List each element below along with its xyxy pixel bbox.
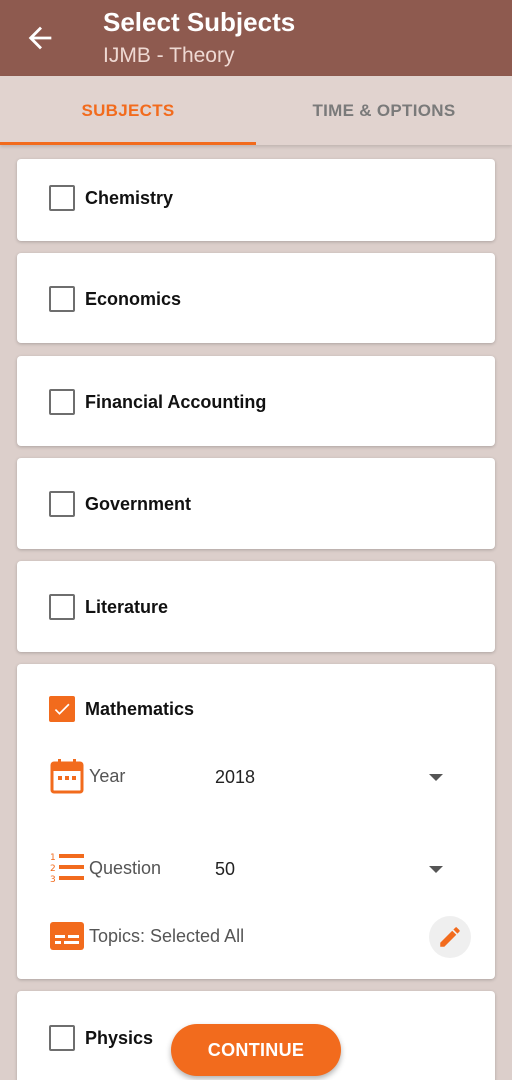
- topics-row: Topics: Selected All: [49, 918, 244, 954]
- subject-label: Chemistry: [85, 187, 174, 208]
- checkbox[interactable]: [49, 185, 75, 211]
- tab-time-options[interactable]: TIME & OPTIONS: [256, 76, 512, 145]
- page-subtitle: IJMB - Theory: [103, 44, 235, 67]
- subject-card-mathematics: Mathematics Year 2018 1 2 3 Question 50 …: [17, 664, 495, 979]
- subject-label: Government: [85, 493, 192, 514]
- checkbox[interactable]: [49, 1025, 75, 1051]
- edit-topics-button[interactable]: [429, 916, 471, 958]
- subject-row-mathematics[interactable]: Mathematics: [49, 696, 194, 722]
- subject-label: Physics: [85, 1027, 154, 1048]
- page-title: Select Subjects: [103, 7, 296, 37]
- checkbox[interactable]: [49, 389, 75, 415]
- subject-label: Literature: [85, 596, 169, 617]
- subject-card-chemistry: Chemistry: [17, 159, 495, 241]
- check-icon: [54, 703, 70, 715]
- subject-row-government[interactable]: Government: [49, 491, 191, 517]
- subject-label: Economics: [85, 288, 182, 309]
- calendar-icon: [49, 758, 85, 794]
- svg-text:3: 3: [50, 875, 56, 885]
- checkbox[interactable]: [49, 491, 75, 517]
- tab-subjects[interactable]: SUBJECTS: [0, 76, 256, 145]
- question-dropdown-arrow[interactable]: [429, 866, 443, 873]
- year-row: Year: [49, 758, 125, 794]
- subject-row-literature[interactable]: Literature: [49, 594, 168, 620]
- svg-text:1: 1: [50, 853, 56, 863]
- subject-list[interactable]: Chemistry Economics Financial Accounting…: [0, 145, 512, 1080]
- year-label: Year: [89, 765, 126, 786]
- question-label: Question: [89, 857, 162, 878]
- question-value[interactable]: 50: [215, 859, 235, 880]
- subject-card-literature: Literature: [17, 561, 495, 652]
- subject-label: Financial Accounting: [85, 391, 267, 412]
- app-bar: Select Subjects IJMB - Theory: [0, 0, 512, 76]
- year-value[interactable]: 2018: [215, 767, 255, 788]
- subject-row-physics[interactable]: Physics: [49, 1025, 153, 1051]
- subject-row-economics[interactable]: Economics: [49, 286, 181, 312]
- question-row: 1 2 3 Question: [49, 850, 161, 886]
- back-button[interactable]: [14, 12, 66, 64]
- topics-icon: [49, 918, 85, 954]
- tab-bar: SUBJECTS TIME & OPTIONS: [0, 76, 512, 145]
- subject-row-chemistry[interactable]: Chemistry: [49, 185, 173, 211]
- subject-card-government: Government: [17, 458, 495, 549]
- svg-text:2: 2: [50, 864, 56, 874]
- subject-row-financial-accounting[interactable]: Financial Accounting: [49, 389, 266, 415]
- topics-text: Topics: Selected All: [89, 925, 245, 946]
- pencil-icon: [440, 927, 460, 947]
- checkbox-checked[interactable]: [49, 696, 75, 722]
- checkbox[interactable]: [49, 594, 75, 620]
- subject-label: Mathematics: [85, 698, 195, 719]
- checkbox[interactable]: [49, 286, 75, 312]
- year-dropdown-arrow[interactable]: [429, 774, 443, 781]
- continue-button[interactable]: CONTINUE: [171, 1024, 341, 1076]
- subject-card-economics: Economics: [17, 253, 495, 343]
- subject-card-financial-accounting: Financial Accounting: [17, 356, 495, 446]
- arrow-back-icon: [28, 26, 52, 50]
- numbered-list-icon: 1 2 3: [49, 850, 85, 886]
